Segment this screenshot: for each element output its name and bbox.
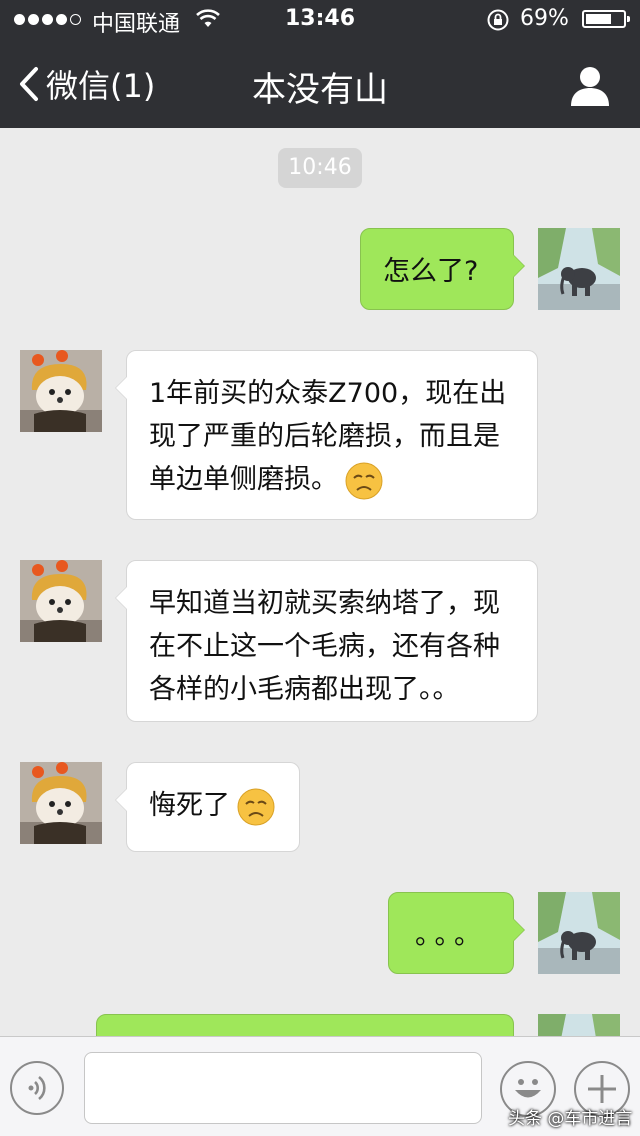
message-text: 1年前买的众泰Z700，现在出现了严重的后轮磨损，而且是单边单侧磨损。 bbox=[149, 378, 507, 495]
top-bar: 中国联通 13:46 69% 微信(1) 本没有山 bbox=[0, 0, 640, 128]
status-bar: 中国联通 13:46 69% bbox=[0, 0, 640, 40]
incoming-message-bubble[interactable]: 早知道当初就买索纳塔了，现在不止这一个毛病，还有各种各样的小毛病都出现了。。 bbox=[115, 560, 538, 722]
contact-avatar-dog[interactable] bbox=[20, 560, 102, 642]
disappointed-face-icon bbox=[345, 462, 383, 499]
contact-avatar-dog[interactable] bbox=[20, 762, 102, 844]
my-avatar-elephant[interactable] bbox=[538, 228, 620, 310]
outgoing-message-bubble[interactable]: 。。。 bbox=[388, 892, 525, 974]
rotation-lock-icon bbox=[487, 9, 509, 31]
voice-icon bbox=[28, 1075, 46, 1101]
battery-icon bbox=[582, 10, 630, 28]
watermark: 头条 @车市进言 bbox=[508, 1109, 633, 1129]
message-text: 怎么了? bbox=[383, 256, 479, 287]
message-text: 。。。 bbox=[415, 920, 487, 951]
contact-avatar-dog[interactable] bbox=[20, 350, 102, 432]
navigation-bar: 微信(1) 本没有山 bbox=[0, 40, 640, 128]
voice-input-button[interactable] bbox=[10, 1061, 64, 1115]
incoming-message-bubble[interactable]: 悔死了 bbox=[115, 762, 300, 852]
my-avatar-elephant[interactable] bbox=[538, 892, 620, 974]
message-text: 早知道当初就买索纳塔了，现在不止这一个毛病，还有各种各样的小毛病都出现了。。 bbox=[149, 588, 500, 705]
disappointed-face-icon bbox=[237, 788, 275, 825]
message-timestamp: 10:46 bbox=[278, 148, 362, 188]
battery-percent: 69% bbox=[520, 6, 569, 31]
chat-title: 本没有山 bbox=[252, 70, 388, 110]
contact-profile-icon[interactable] bbox=[568, 64, 612, 108]
message-input[interactable] bbox=[84, 1052, 482, 1124]
message-text: 悔死了 bbox=[149, 790, 230, 821]
battery-level bbox=[586, 14, 611, 24]
incoming-message-bubble[interactable]: 1年前买的众泰Z700，现在出现了严重的后轮磨损，而且是单边单侧磨损。 bbox=[115, 350, 538, 520]
outgoing-message-bubble[interactable]: 怎么了? bbox=[360, 228, 525, 310]
